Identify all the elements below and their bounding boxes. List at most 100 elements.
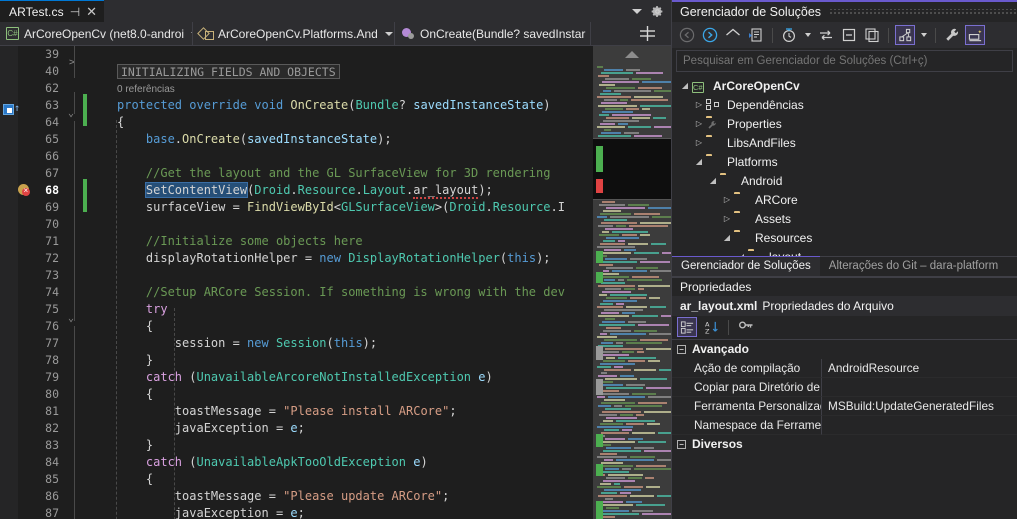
- category-toggle-icon[interactable]: −: [677, 344, 686, 354]
- editor-indicator-margin[interactable]: ↑: [0, 46, 20, 519]
- solution-explorer-tree[interactable]: ◢ C# ArCoreOpenCv ▷ Dependências ▷ Properties ▷…: [672, 74, 1017, 256]
- code-line[interactable]: }: [117, 352, 153, 369]
- code-line[interactable]: try: [117, 301, 168, 318]
- collapsed-arrow-icon[interactable]: ▷: [692, 138, 706, 147]
- collapse-all-icon[interactable]: [839, 25, 859, 45]
- property-category-header[interactable]: − Diversos: [672, 435, 1017, 454]
- code-editor-surface[interactable]: ↑ 39 40 62 63 64 65 66 67 68 69 70 71 72 73 74 75 76 77 78…: [0, 46, 671, 519]
- code-line[interactable]: surfaceView = FindViewById<GLSurfaceView…: [117, 199, 565, 216]
- property-value[interactable]: [822, 416, 1017, 435]
- pending-changes-icon[interactable]: [746, 25, 766, 45]
- forward-icon[interactable]: [700, 25, 720, 45]
- code-line[interactable]: protected override void OnCreate(Bundle?…: [117, 97, 551, 114]
- close-icon[interactable]: ✕: [86, 5, 97, 18]
- document-tab-artest-cs[interactable]: ARTest.cs ⊣ ✕: [0, 0, 105, 22]
- home-icon[interactable]: [723, 25, 743, 45]
- code-line[interactable]: toastMessage = "Please update ARCore";: [117, 488, 450, 505]
- split-window-icon[interactable]: [623, 22, 671, 46]
- expanded-arrow-icon[interactable]: ◢: [678, 81, 692, 90]
- code-line[interactable]: toastMessage = "Please install ARCore";: [117, 403, 457, 420]
- property-row[interactable]: Ação de compilação AndroidResource: [672, 358, 1017, 378]
- show-all-files-icon[interactable]: [862, 25, 882, 45]
- collapsed-arrow-icon[interactable]: ▷: [720, 195, 734, 204]
- code-line[interactable]: session = new Session(this);: [117, 335, 377, 352]
- category-toggle-icon[interactable]: −: [677, 439, 686, 449]
- alphabetical-sort-icon[interactable]: AZ: [701, 317, 721, 337]
- categorized-view-icon[interactable]: [677, 317, 697, 337]
- collapsed-arrow-icon[interactable]: ▷: [692, 119, 706, 128]
- tree-item-platforms[interactable]: ◢ Platforms: [672, 152, 1017, 171]
- view-options-icon[interactable]: [895, 25, 915, 45]
- property-category-header[interactable]: − Avançado: [672, 340, 1017, 359]
- code-line[interactable]: catch (UnavailableArcoreNotInstalledExce…: [117, 369, 493, 386]
- code-line[interactable]: displayRotationHelper = new DisplayRotat…: [117, 250, 551, 267]
- property-value[interactable]: MSBuild:UpdateGeneratedFiles: [822, 397, 1017, 416]
- expanded-arrow-icon[interactable]: ◢: [720, 233, 734, 242]
- property-row[interactable]: Copiar para Diretório de S: [672, 377, 1017, 397]
- pin-icon[interactable]: ⊣: [70, 6, 80, 18]
- tree-item-libsandfiles[interactable]: ▷ LibsAndFiles: [672, 133, 1017, 152]
- tree-item-arcore[interactable]: ▷ ARCore: [672, 190, 1017, 209]
- code-line[interactable]: //Get the layout and the GL SurfaceView …: [117, 165, 551, 182]
- tree-item-arcoreopencv[interactable]: ◢ C# ArCoreOpenCv: [672, 76, 1017, 95]
- minimap-viewport[interactable]: [593, 138, 671, 200]
- tree-item-resources[interactable]: ◢ Resources: [672, 228, 1017, 247]
- property-row[interactable]: Namespace da Ferramen: [672, 415, 1017, 435]
- view-options-dropdown-icon[interactable]: [918, 25, 929, 45]
- history-dropdown-icon[interactable]: [802, 25, 813, 45]
- properties-grid[interactable]: − Avançado Ação de compilação AndroidResour…: [672, 340, 1017, 519]
- drag-handle[interactable]: [829, 9, 1017, 15]
- code-line[interactable]: {: [117, 386, 153, 403]
- tree-item-properties[interactable]: ▷ Properties: [672, 114, 1017, 133]
- code-line[interactable]: //Initialize some objects here: [117, 233, 363, 250]
- code-line[interactable]: javaException = e;: [117, 505, 305, 519]
- solution-explorer-search-box[interactable]: [676, 50, 1013, 72]
- collapsed-arrow-icon[interactable]: ▷: [720, 214, 734, 223]
- history-icon[interactable]: [779, 25, 799, 45]
- tree-item-layout[interactable]: ◢ layout: [672, 247, 1017, 256]
- expanded-arrow-icon[interactable]: ◢: [706, 176, 720, 185]
- property-value[interactable]: [822, 378, 1017, 397]
- code-line[interactable]: {: [117, 471, 153, 488]
- code-text-area[interactable]: INITIALIZING FIELDS AND OBJECTS 0 referên…: [89, 46, 671, 519]
- minimap-scrollbar[interactable]: [593, 46, 671, 519]
- code-line[interactable]: catch (UnavailableApkTooOldException e): [117, 454, 428, 471]
- breakpoint-glyph-icon[interactable]: [3, 104, 14, 115]
- back-icon[interactable]: [677, 25, 697, 45]
- code-line[interactable]: {: [117, 318, 153, 335]
- outlining-margin[interactable]: > ⌄ ⌄: [65, 46, 81, 519]
- collapsed-arrow-icon[interactable]: ▷: [692, 100, 706, 109]
- tree-item-assets[interactable]: ▷ Assets: [672, 209, 1017, 228]
- tree-item-android[interactable]: ◢ Android: [672, 171, 1017, 190]
- property-value[interactable]: AndroidResource: [822, 359, 1017, 378]
- expanded-arrow-icon[interactable]: ◢: [734, 252, 748, 256]
- chevron-down-icon[interactable]: [384, 31, 393, 36]
- solution-explorer-title-bar[interactable]: Gerenciador de Soluções: [672, 0, 1017, 22]
- code-line[interactable]: base.OnCreate(savedInstanceState);: [117, 131, 392, 148]
- navbar-member-dropdown[interactable]: OnCreate(Bundle? savedInstar: [395, 21, 591, 46]
- navbar-project-dropdown[interactable]: C# ArCoreOpenCv (net8.0-androi: [0, 21, 193, 46]
- properties-title-bar[interactable]: Propriedades: [672, 275, 1017, 296]
- tab-git-changes[interactable]: Alterações do Git – dara-platform: [820, 256, 1007, 276]
- code-line[interactable]: //Setup ARCore Session. If something is …: [117, 284, 565, 301]
- tree-item-depend-ncias[interactable]: ▷ Dependências: [672, 95, 1017, 114]
- code-line[interactable]: }: [117, 437, 153, 454]
- breakpoint-disabled-icon[interactable]: [18, 184, 31, 197]
- search-input[interactable]: [683, 55, 1006, 67]
- tab-solution-explorer[interactable]: Gerenciador de Soluções: [672, 255, 820, 276]
- navbar-type-dropdown[interactable]: ArCoreOpenCv.Platforms.And: [193, 21, 395, 46]
- expanded-arrow-icon[interactable]: ◢: [692, 157, 706, 166]
- property-row[interactable]: Ferramenta Personalizada MSBuild:UpdateGe…: [672, 396, 1017, 416]
- chevron-down-icon[interactable]: [632, 8, 642, 14]
- code-line[interactable]: SetContentView(Droid.Resource.Layout.ar_…: [117, 182, 493, 199]
- code-line[interactable]: javaException = e;: [117, 420, 305, 437]
- properties-wrench-icon[interactable]: [942, 25, 962, 45]
- scroll-up-icon[interactable]: [593, 46, 671, 63]
- gear-icon[interactable]: [651, 5, 664, 18]
- code-line[interactable]: {: [117, 114, 124, 131]
- collapsed-region-tag[interactable]: INITIALIZING FIELDS AND OBJECTS: [117, 64, 340, 79]
- codelens-references[interactable]: 0 referências: [117, 83, 175, 97]
- property-pages-icon[interactable]: [736, 317, 756, 337]
- preview-selected-items-icon[interactable]: [965, 25, 985, 45]
- sync-with-active-document-icon[interactable]: [816, 25, 836, 45]
